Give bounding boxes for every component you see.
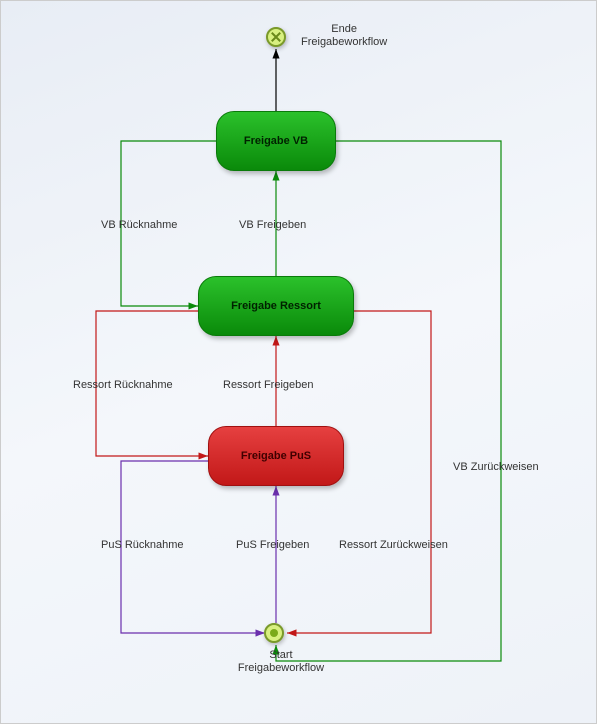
- node-label: Freigabe PuS: [241, 450, 311, 462]
- node-freigabe-vb[interactable]: Freigabe VB: [216, 111, 336, 171]
- edges-layer: [1, 1, 597, 724]
- end-node: [266, 27, 286, 47]
- label-vb-ruecknahme: VB Rücknahme: [101, 219, 177, 232]
- workflow-diagram: EndeFreigabeworkflow Freigabe VB Freigab…: [0, 0, 597, 724]
- start-node: [264, 623, 284, 643]
- node-label: Freigabe VB: [244, 135, 308, 147]
- label-ressort-ruecknahme: Ressort Rücknahme: [73, 379, 173, 392]
- node-label: Freigabe Ressort: [231, 300, 321, 312]
- label-vb-zurueckweisen: VB Zurückweisen: [453, 461, 539, 474]
- label-ressort-zurueckweisen: Ressort Zurückweisen: [339, 539, 448, 552]
- node-freigabe-pus[interactable]: Freigabe PuS: [208, 426, 344, 486]
- label-pus-freigeben: PuS Freigeben: [236, 539, 309, 552]
- start-label: StartFreigabeworkflow: [231, 649, 331, 675]
- label-ressort-freigeben: Ressort Freigeben: [223, 379, 314, 392]
- edge-vb-zurueckweisen: [276, 141, 501, 661]
- label-pus-ruecknahme: PuS Rücknahme: [101, 539, 184, 552]
- node-freigabe-ressort[interactable]: Freigabe Ressort: [198, 276, 354, 336]
- label-vb-freigeben: VB Freigeben: [239, 219, 306, 232]
- end-label: EndeFreigabeworkflow: [301, 23, 387, 49]
